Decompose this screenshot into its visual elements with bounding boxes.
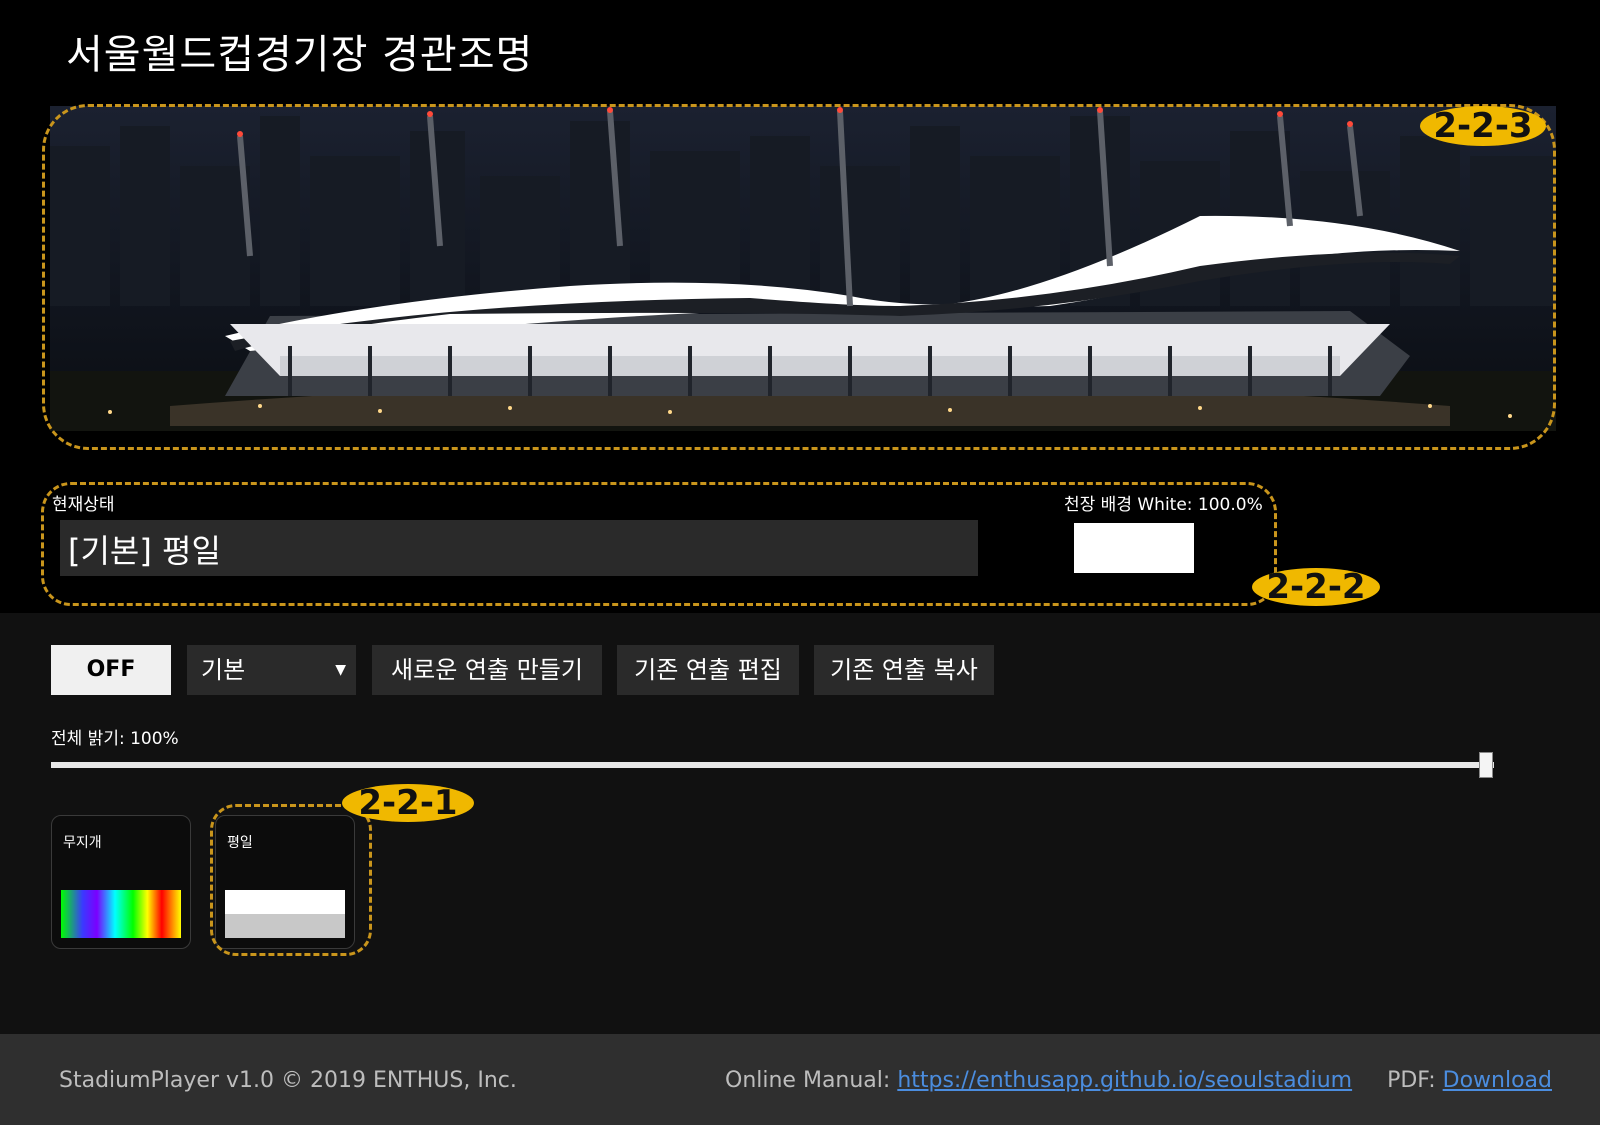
scene-annotation-frame [210,804,372,956]
brightness-slider-thumb[interactable] [1479,752,1493,778]
manual-label: Online Manual: [725,1068,891,1093]
footer: StadiumPlayer v1.0 © 2019 ENTHUS, Inc. O… [0,1034,1600,1125]
group-select[interactable]: 기본 ▼ [187,645,356,695]
manual-link[interactable]: https://enthusapp.github.io/seoulstadium [897,1068,1352,1093]
copyright-text: StadiumPlayer v1.0 © 2019 ENTHUS, Inc. [59,1068,517,1093]
scene-card-label: 무지개 [63,835,102,851]
rainbow-preview [61,890,181,938]
chevron-down-icon: ▼ [335,662,346,678]
annotation-badge-2-2-2: 2-2-2 [1252,568,1380,606]
scene-card-rainbow[interactable]: 무지개 [51,815,191,949]
pdf-download-link[interactable]: Download [1443,1068,1552,1093]
page-title: 서울월드컵경기장 경관조명 [66,32,534,78]
pdf-label: PDF: [1387,1068,1436,1093]
off-button[interactable]: OFF [51,645,171,695]
ceiling-color-swatch [1074,523,1194,573]
copy-scene-button[interactable]: 기존 연출 복사 [814,645,994,695]
new-scene-button[interactable]: 새로운 연출 만들기 [372,645,602,695]
status-value: [기본] 평일 [68,532,221,570]
edit-scene-button[interactable]: 기존 연출 편집 [617,645,799,695]
hero-annotation-frame [42,104,1556,450]
annotation-badge-2-2-3: 2-2-3 [1420,106,1546,146]
brightness-slider-track[interactable] [51,762,1494,768]
group-select-value: 기본 [201,656,246,684]
annotation-badge-2-2-1: 2-2-1 [342,784,474,822]
brightness-label: 전체 밝기: 100% [51,729,179,749]
manual-links: Online Manual: https://enthusapp.github.… [725,1068,1552,1093]
status-label: 현재상태 [52,495,115,515]
ceiling-background-label: 천장 배경 White: 100.0% [1064,495,1263,515]
